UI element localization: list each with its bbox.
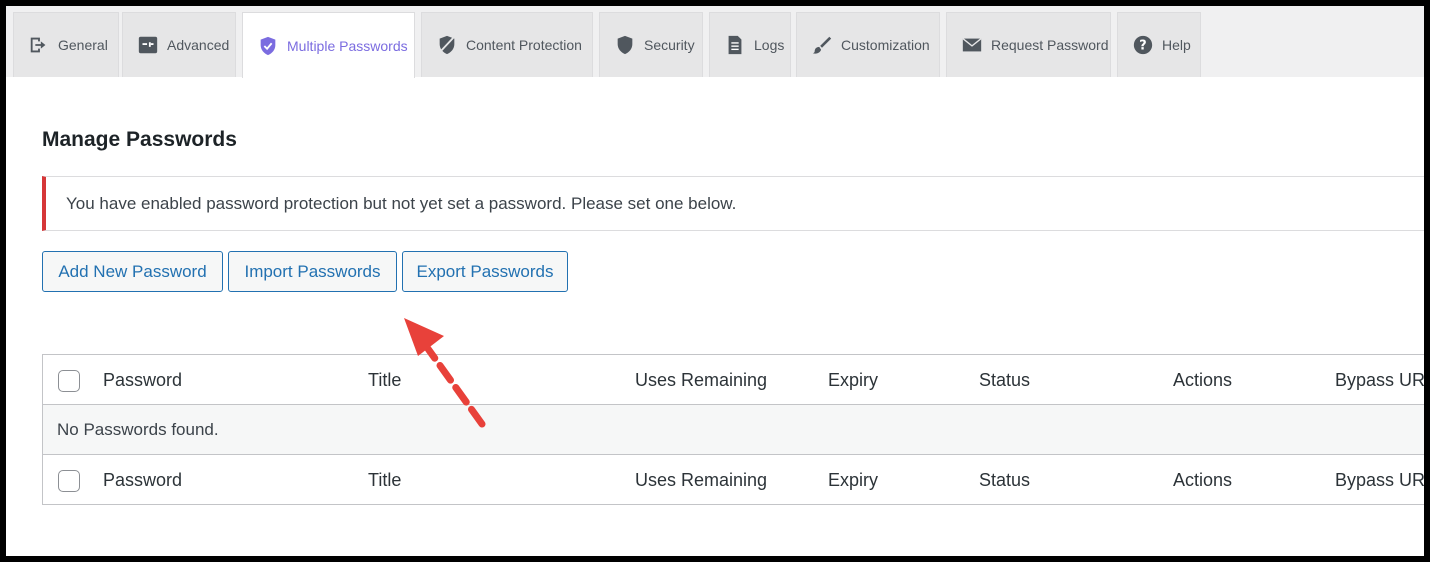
tab-request-password-label: Request Password bbox=[991, 37, 1109, 53]
tab-general-label: General bbox=[58, 37, 108, 53]
table-footer-row: Password Title Uses Remaining Expiry Sta… bbox=[43, 455, 1424, 505]
column-header-bypass-url: Bypass URL bbox=[1335, 370, 1424, 390]
shield-icon bbox=[614, 34, 636, 56]
column-header-password[interactable]: Password bbox=[103, 355, 182, 405]
tab-security[interactable]: Security bbox=[599, 12, 703, 77]
import-passwords-button[interactable]: Import Passwords bbox=[228, 251, 397, 292]
tab-content-protection[interactable]: Content Protection bbox=[421, 12, 593, 77]
svg-text:?: ? bbox=[1139, 39, 1146, 54]
tab-customization[interactable]: Customization bbox=[796, 12, 940, 77]
tab-security-label: Security bbox=[644, 37, 695, 53]
brush-icon bbox=[811, 34, 833, 56]
column-footer-status[interactable]: Status bbox=[979, 455, 1030, 505]
tab-multiple-passwords-label: Multiple Passwords bbox=[287, 37, 408, 54]
help-icon: ? bbox=[1132, 34, 1154, 56]
tab-help[interactable]: ? Help bbox=[1117, 12, 1201, 77]
page-title: Manage Passwords bbox=[42, 128, 237, 151]
passwords-table: Password Title Uses Remaining Expiry Sta… bbox=[42, 354, 1424, 505]
tab-bar: General Advanced Multiple Passwords Cont… bbox=[6, 6, 1424, 78]
envelope-icon bbox=[961, 34, 983, 56]
notice-text: You have enabled password protection but… bbox=[66, 193, 737, 213]
column-footer-uses-remaining[interactable]: Uses Remaining bbox=[635, 455, 767, 505]
add-new-password-button[interactable]: Add New Password bbox=[42, 251, 223, 292]
column-header-status[interactable]: Status bbox=[979, 355, 1030, 405]
exit-icon bbox=[28, 34, 50, 56]
table-header-row: Password Title Uses Remaining Expiry Sta… bbox=[43, 355, 1424, 405]
table-row: No Passwords found. bbox=[43, 405, 1424, 455]
tab-logs[interactable]: Logs bbox=[709, 12, 791, 77]
tab-advanced[interactable]: Advanced bbox=[122, 12, 236, 77]
sliders-icon bbox=[137, 34, 159, 56]
empty-message: No Passwords found. bbox=[57, 420, 219, 439]
annotation-arrow-icon bbox=[404, 318, 486, 428]
tab-customization-label: Customization bbox=[841, 37, 930, 53]
tab-general[interactable]: General bbox=[13, 12, 119, 77]
export-passwords-button[interactable]: Export Passwords bbox=[402, 251, 568, 292]
plugin-settings-page: General Advanced Multiple Passwords Cont… bbox=[6, 6, 1424, 556]
tab-request-password[interactable]: Request Password bbox=[946, 12, 1111, 77]
document-icon bbox=[724, 34, 746, 56]
column-footer-bypass-url: Bypass URL bbox=[1335, 470, 1424, 490]
tab-multiple-passwords[interactable]: Multiple Passwords bbox=[242, 12, 415, 78]
select-all-checkbox[interactable] bbox=[58, 370, 80, 392]
column-footer-actions: Actions bbox=[1173, 470, 1233, 490]
tab-content-protection-label: Content Protection bbox=[466, 37, 582, 53]
tab-advanced-label: Advanced bbox=[167, 37, 230, 53]
select-all-checkbox-footer[interactable] bbox=[58, 470, 80, 492]
column-footer-expiry[interactable]: Expiry bbox=[828, 455, 878, 505]
tab-help-label: Help bbox=[1162, 37, 1191, 53]
column-header-actions: Actions bbox=[1173, 370, 1233, 390]
error-notice: You have enabled password protection but… bbox=[42, 176, 1424, 231]
column-header-uses-remaining[interactable]: Uses Remaining bbox=[635, 355, 767, 405]
column-header-expiry[interactable]: Expiry bbox=[828, 355, 878, 405]
shield-slash-icon bbox=[436, 34, 458, 56]
shield-icon bbox=[257, 35, 279, 57]
tab-logs-label: Logs bbox=[754, 37, 785, 53]
column-footer-title[interactable]: Title bbox=[368, 455, 401, 505]
column-footer-password[interactable]: Password bbox=[103, 455, 182, 505]
